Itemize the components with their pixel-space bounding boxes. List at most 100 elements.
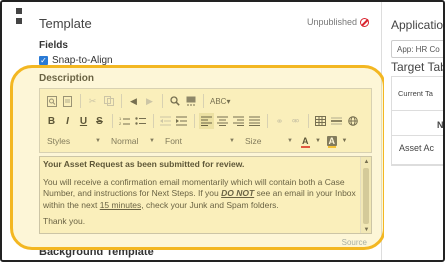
align-center-icon[interactable] bbox=[215, 113, 230, 129]
snap-to-align-label: Snap-to-Align bbox=[52, 55, 113, 66]
table-row[interactable]: Asset Ac bbox=[399, 143, 434, 153]
styles-dropdown-label: Styles bbox=[47, 136, 71, 146]
font-dropdown-label: Font bbox=[165, 136, 183, 146]
toolbar-separator bbox=[121, 94, 122, 108]
divider bbox=[392, 135, 443, 136]
message-heading: Your Asset Request as been submitted for… bbox=[43, 159, 245, 169]
grip-icon bbox=[16, 18, 22, 24]
message-paragraph: You will receive a confirmation email mo… bbox=[43, 177, 356, 212]
copy-icon[interactable] bbox=[101, 93, 116, 109]
replace-icon[interactable] bbox=[183, 93, 198, 109]
target-tab-table: Current Ta Nam Asset Ac bbox=[391, 76, 444, 166]
column-header: Nam bbox=[437, 120, 444, 130]
panel-title: Template bbox=[39, 16, 92, 31]
grip-icon bbox=[16, 8, 22, 14]
toolbar-separator bbox=[80, 94, 81, 108]
chevron-down-icon: ▼ bbox=[287, 138, 293, 144]
application-select[interactable]: App: HR Co bbox=[391, 40, 443, 58]
background-color-swatch bbox=[327, 146, 336, 148]
toolbar-separator bbox=[308, 114, 309, 128]
scroll-down-icon[interactable]: ▼ bbox=[361, 225, 371, 233]
toolbar-row-3: Styles ▼ Normal ▼ Font ▼ Size ▼ A ▼ A ▼ bbox=[44, 132, 353, 150]
message-closing: Thank you. bbox=[43, 216, 86, 226]
current-tab-label: Current Ta bbox=[398, 89, 433, 98]
link-icon[interactable]: ⚭ bbox=[272, 113, 287, 129]
text-color-swatch bbox=[301, 146, 310, 148]
underlined-text: 15 minutes, bbox=[99, 199, 144, 210]
size-dropdown-label: Size bbox=[245, 136, 262, 146]
find-icon[interactable] bbox=[167, 93, 182, 109]
rich-text-editor: ✂ ◀ ▶ ABC▾ B I U S 1 2 ⚭ ⚮ Styles ▼ Norm… bbox=[39, 88, 372, 236]
horizontal-line-icon[interactable] bbox=[329, 113, 344, 129]
toolbar-row-1: ✂ ◀ ▶ ABC▾ bbox=[44, 92, 233, 110]
size-dropdown[interactable]: Size ▼ bbox=[242, 133, 296, 149]
align-right-icon[interactable] bbox=[231, 113, 246, 129]
left-strip bbox=[2, 2, 24, 260]
toolbar-separator bbox=[194, 114, 195, 128]
align-left-icon[interactable] bbox=[199, 113, 214, 129]
toolbar-separator bbox=[267, 114, 268, 128]
styles-dropdown[interactable]: Styles ▼ bbox=[44, 133, 104, 149]
indent-icon[interactable] bbox=[174, 113, 189, 129]
text-color-label: A bbox=[302, 136, 309, 146]
cut-icon[interactable]: ✂ bbox=[85, 93, 100, 109]
editor-text-area[interactable]: Your Asset Request as been submitted for… bbox=[39, 156, 372, 234]
target-tab-title: Target Tab bbox=[391, 60, 445, 74]
template-panel: Template Unpublished Fields ✓ Snap-to-Al… bbox=[27, 2, 382, 260]
strikethrough-button[interactable]: S bbox=[92, 113, 107, 129]
spellcheck-icon[interactable]: ABC▾ bbox=[208, 93, 232, 109]
bulleted-list-icon[interactable] bbox=[133, 113, 148, 129]
emphasis-text: DO NOT bbox=[221, 188, 255, 198]
format-dropdown-label: Normal bbox=[111, 136, 139, 146]
editor-content[interactable]: Your Asset Request as been submitted for… bbox=[40, 157, 359, 233]
preview-icon[interactable] bbox=[44, 93, 59, 109]
unpublished-icon bbox=[360, 17, 369, 27]
chevron-down-icon: ▼ bbox=[229, 138, 235, 144]
scroll-up-icon[interactable]: ▲ bbox=[361, 157, 371, 167]
toolbar-separator bbox=[112, 114, 113, 128]
status-label: Unpublished bbox=[306, 17, 357, 27]
snap-to-align-checkbox[interactable]: ✓ bbox=[39, 56, 48, 65]
toolbar-separator bbox=[162, 94, 163, 108]
toolbar-separator bbox=[153, 114, 154, 128]
toolbar-row-2: B I U S 12 ⚭ ⚮ bbox=[44, 112, 361, 130]
snap-to-align-option[interactable]: ✓ Snap-to-Align bbox=[39, 55, 113, 66]
justify-icon[interactable] bbox=[247, 113, 262, 129]
toolbar-separator bbox=[203, 94, 204, 108]
status-badge: Unpublished bbox=[307, 17, 369, 27]
font-dropdown[interactable]: Font ▼ bbox=[162, 133, 238, 149]
fields-heading: Fields bbox=[39, 40, 68, 51]
chevron-down-icon: ▼ bbox=[95, 138, 101, 144]
background-color-label: A bbox=[328, 136, 336, 146]
format-dropdown[interactable]: Normal ▼ bbox=[108, 133, 158, 149]
application-title: Application bbox=[391, 18, 445, 32]
redo-icon[interactable]: ▶ bbox=[142, 93, 157, 109]
divider bbox=[392, 110, 443, 111]
background-color-button[interactable]: A bbox=[326, 136, 337, 148]
message-text: check your Junk and Spam folders. bbox=[143, 199, 279, 210]
outdent-icon[interactable] bbox=[158, 113, 173, 129]
unlink-icon[interactable]: ⚮ bbox=[288, 113, 303, 129]
source-link[interactable]: Source bbox=[342, 238, 367, 247]
description-label: Description bbox=[39, 73, 95, 84]
document-icon[interactable] bbox=[60, 93, 75, 109]
editor-toolbar: ✂ ◀ ▶ ABC▾ B I U S 1 2 ⚭ ⚮ Styles ▼ Norm… bbox=[39, 88, 372, 153]
scrollbar-thumb[interactable] bbox=[363, 168, 369, 224]
numbered-list-icon[interactable]: 12 bbox=[117, 113, 132, 129]
svg-text:2: 2 bbox=[119, 121, 122, 126]
table-icon[interactable] bbox=[313, 113, 328, 129]
chevron-down-icon[interactable]: ▼ bbox=[337, 133, 352, 149]
divider bbox=[392, 164, 443, 165]
italic-button[interactable]: I bbox=[60, 113, 75, 129]
globe-icon[interactable] bbox=[345, 113, 360, 129]
screenshot-frame: Template Unpublished Fields ✓ Snap-to-Al… bbox=[0, 0, 445, 262]
text-color-button[interactable]: A bbox=[300, 136, 311, 148]
chevron-down-icon: ▼ bbox=[149, 138, 155, 144]
bold-button[interactable]: B bbox=[44, 113, 59, 129]
undo-icon[interactable]: ◀ bbox=[126, 93, 141, 109]
underline-button[interactable]: U bbox=[76, 113, 91, 129]
chevron-down-icon[interactable]: ▼ bbox=[311, 133, 326, 149]
application-panel: Application App: HR Co Target Tab Curren… bbox=[384, 2, 445, 260]
background-template-heading: Background Template bbox=[39, 246, 154, 258]
editor-scrollbar[interactable]: ▲ ▼ bbox=[360, 157, 371, 233]
